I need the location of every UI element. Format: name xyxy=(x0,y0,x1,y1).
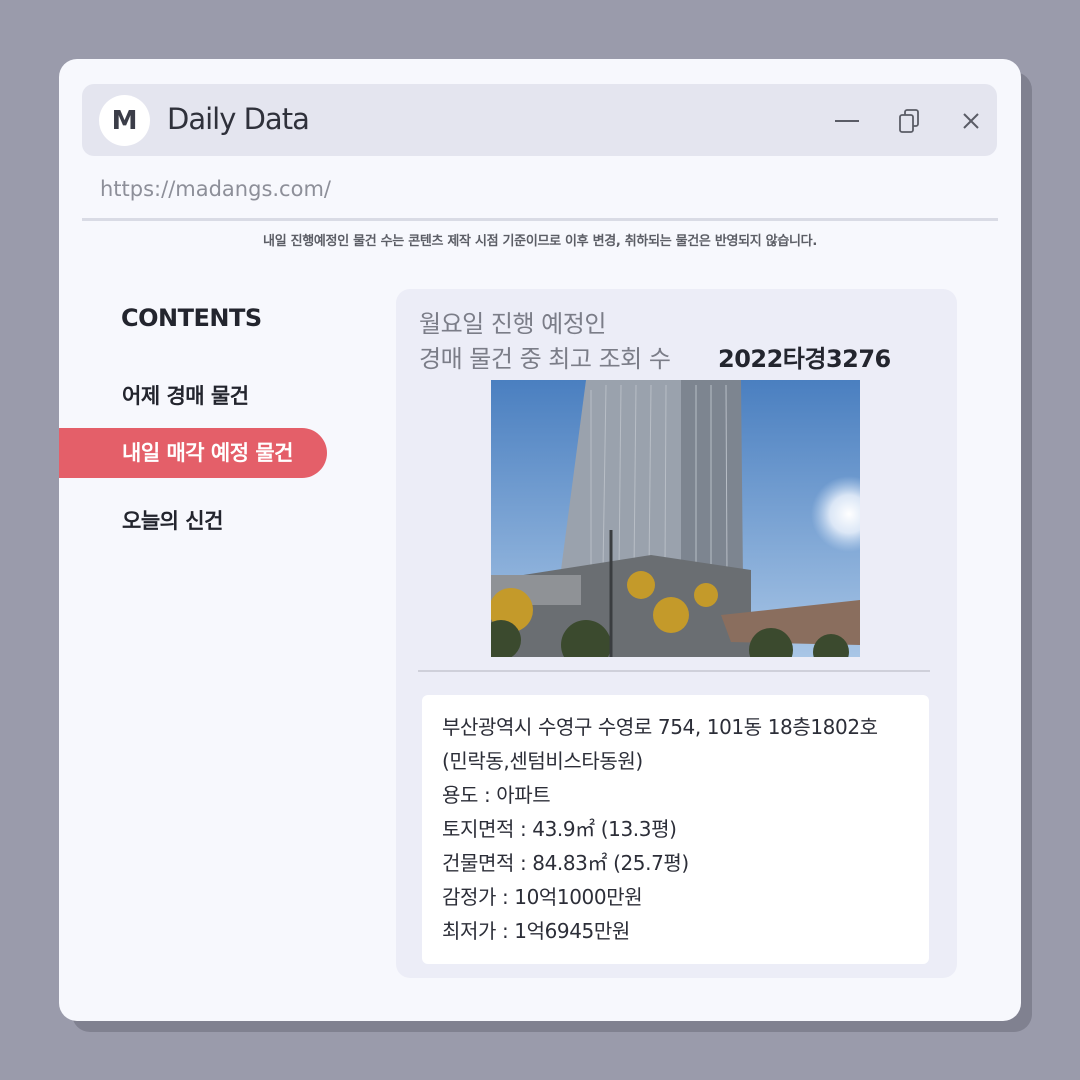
minimize-icon xyxy=(835,120,859,122)
avatar: M xyxy=(99,95,150,146)
card-heading-line2: 경매 물건 중 최고 조회 수 xyxy=(419,345,671,373)
address-line1: 부산광역시 수영구 수영로 754, 101동 18층1802호 xyxy=(442,715,878,739)
property-card: 월요일 진행 예정인 경매 물건 중 최고 조회 수 2022타경3276 부산… xyxy=(396,289,957,978)
app-title: Daily Data xyxy=(167,102,310,136)
land-area-text: 토지면적 : 43.9㎡ (13.3평) xyxy=(442,817,677,841)
url-divider xyxy=(82,218,998,221)
title-bar: M Daily Data xyxy=(82,84,997,156)
notice-text: 내일 진행예정인 물건 수는 콘텐츠 제작 시점 기준이므로 이후 변경, 취하… xyxy=(263,234,817,249)
address-line2: (민락동,센텀비스타동원) xyxy=(442,749,643,773)
card-divider xyxy=(418,670,930,672)
minimum-price-text: 최저가 : 1억6945만원 xyxy=(442,919,630,943)
nav-item-today-new[interactable]: 오늘의 신건 xyxy=(59,496,327,546)
restore-button[interactable] xyxy=(895,106,925,136)
nav-item-tomorrow-sale[interactable]: 내일 매각 예정 물건 xyxy=(59,428,327,478)
contents-heading: CONTENTS xyxy=(121,304,262,332)
card-heading-line1: 월요일 진행 예정인 xyxy=(419,310,606,338)
copy-icon xyxy=(899,109,919,133)
property-photo xyxy=(491,380,860,657)
close-button[interactable] xyxy=(956,106,986,136)
building-area-text: 건물면적 : 84.83㎡ (25.7평) xyxy=(442,851,689,875)
usage-text: 용도 : 아파트 xyxy=(442,783,551,807)
minimize-button[interactable] xyxy=(832,106,862,136)
property-details: 부산광역시 수영구 수영로 754, 101동 18층1802호 (민락동,센텀… xyxy=(422,695,929,964)
app-window: M Daily Data https://madangs.com/ 내일 진행예… xyxy=(59,59,1021,1021)
nav-item-yesterday-auction[interactable]: 어제 경매 물건 xyxy=(59,371,327,421)
close-icon xyxy=(963,113,979,129)
appraised-price-text: 감정가 : 10억1000만원 xyxy=(442,885,643,909)
case-number: 2022타경3276 xyxy=(718,345,891,373)
url-text[interactable]: https://madangs.com/ xyxy=(100,177,331,201)
